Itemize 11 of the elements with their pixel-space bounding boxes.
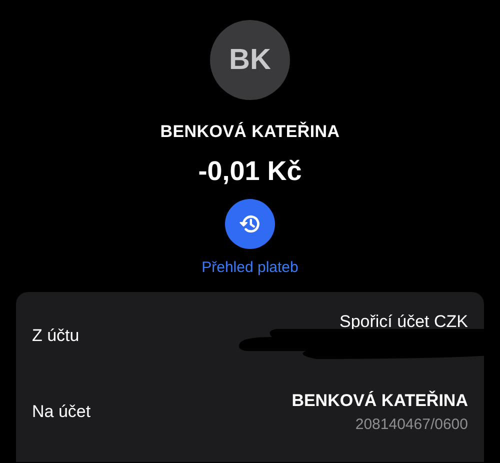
detail-value: BENKOVÁ KATEŘINA xyxy=(292,391,468,411)
history-button[interactable] xyxy=(225,199,275,249)
history-icon xyxy=(239,213,261,235)
history-link[interactable]: Přehled plateb xyxy=(202,259,298,276)
detail-label: Na účet xyxy=(32,402,91,422)
contact-name: BENKOVÁ KATEŘINA xyxy=(160,122,340,142)
avatar: BK xyxy=(210,20,290,100)
account-number: 208140467/0600 xyxy=(355,416,468,433)
detail-label: Z účtu xyxy=(32,326,80,346)
detail-value: Spořicí účet CZK xyxy=(340,312,468,332)
amount: -0,01 Kč xyxy=(198,156,302,187)
